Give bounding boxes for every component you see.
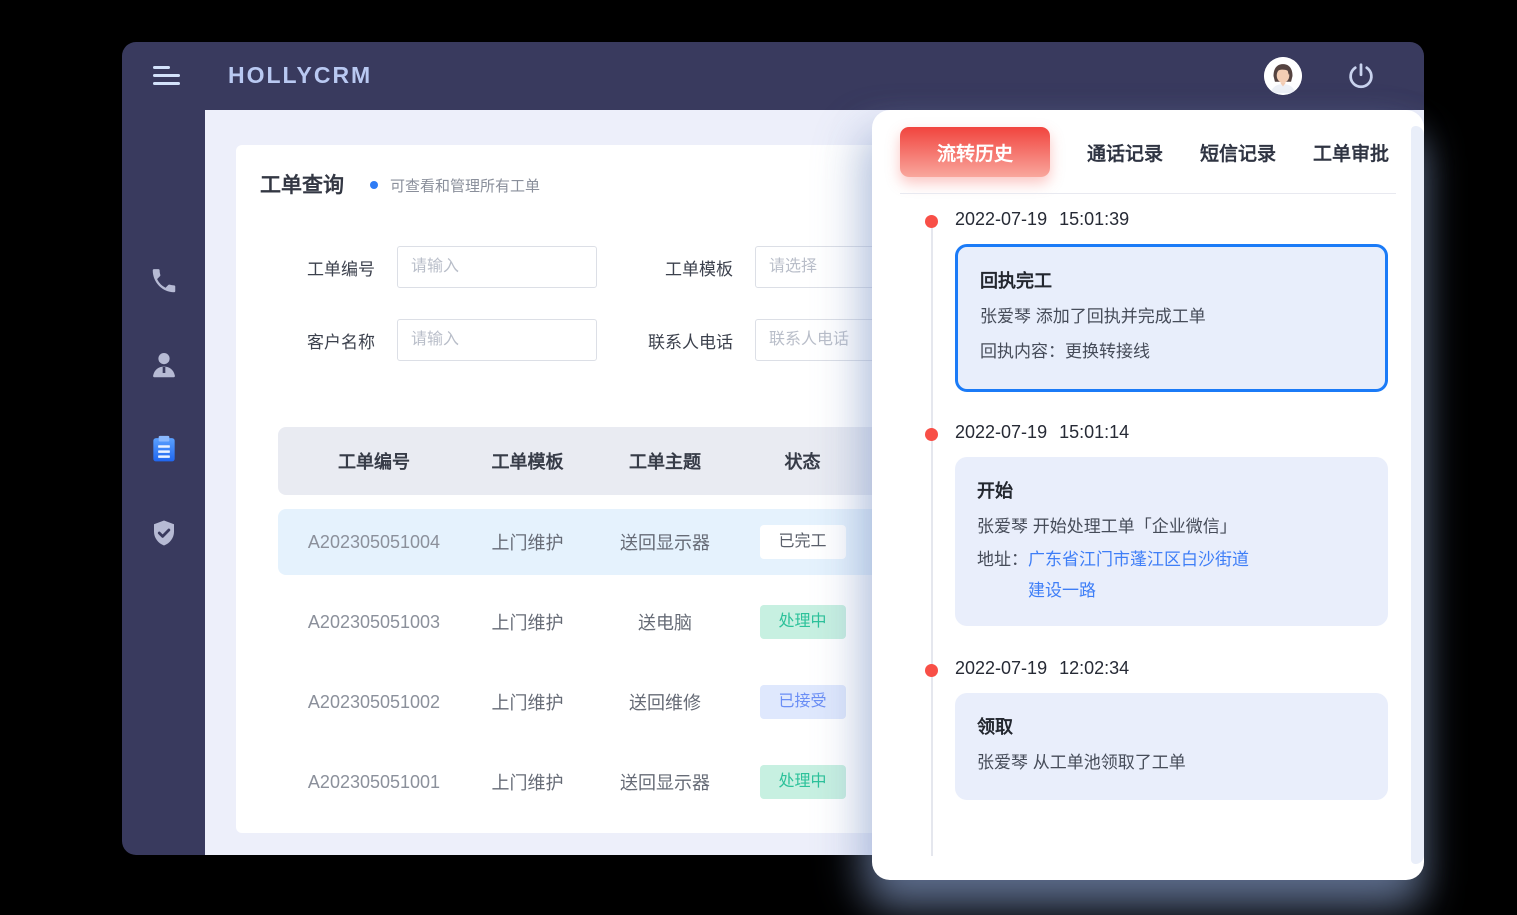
sidebar-item-contacts[interactable] <box>148 349 180 381</box>
col-header-order-id: 工单编号 <box>278 448 470 474</box>
status-badge: 已完工 <box>760 525 846 559</box>
circulation-timeline: 2022-07-19 15:01:39 回执完工 张爱琴 添加了回执并完成工单 … <box>872 206 1388 800</box>
filter-label-customer: 客户名称 <box>282 328 375 353</box>
cell-template: 上门维护 <box>470 529 585 555</box>
workorder-detail-panel: 流转历史 通话记录 短信记录 工单审批 2022-07-19 15:01:39 … <box>872 110 1424 880</box>
timeline-entry: 2022-07-19 15:01:14 开始 张爱琴 开始处理工单「企业微信」 … <box>872 419 1388 626</box>
customer-name-input[interactable] <box>397 319 597 361</box>
status-badge: 处理中 <box>760 765 846 799</box>
page-title: 工单查询 <box>260 169 344 199</box>
cell-template: 上门维护 <box>470 609 585 635</box>
address-line: 建设一路 <box>1028 575 1249 606</box>
filter-form: 工单编号 工单模板 客户名称 联系人电话 <box>282 246 955 361</box>
sidebar-nav <box>122 110 205 855</box>
cell-template: 上门维护 <box>470 769 585 795</box>
timeline-card-line: 张爱琴 从工单池领取了工单 <box>977 745 1366 780</box>
cell-order-id: A202305051004 <box>278 532 470 553</box>
timeline-card-title: 开始 <box>977 477 1366 503</box>
timeline-card-line: 回执内容：更换转接线 <box>980 334 1363 369</box>
address-row: 地址： 广东省江门市蓬江区白沙街道 建设一路 <box>977 544 1366 606</box>
timeline-card-title: 领取 <box>977 713 1366 739</box>
address-label: 地址： <box>977 544 1028 606</box>
timeline-dot-icon <box>925 215 938 228</box>
sidebar-item-workorders[interactable] <box>148 433 180 465</box>
timeline-card-selected[interactable]: 回执完工 张爱琴 添加了回执并完成工单 回执内容：更换转接线 <box>955 244 1388 392</box>
detail-tabs: 流转历史 通话记录 短信记录 工单审批 <box>900 127 1396 177</box>
timeline-entry: 2022-07-19 15:01:39 回执完工 张爱琴 添加了回执并完成工单 … <box>872 206 1388 392</box>
timeline-entry: 2022-07-19 12:02:34 领取 张爱琴 从工单池领取了工单 <box>872 655 1388 800</box>
filter-label-template: 工单模板 <box>619 255 733 280</box>
cell-order-id: A202305051003 <box>278 612 470 633</box>
cell-order-id: A202305051002 <box>278 692 470 713</box>
tab-workorder-approval[interactable]: 工单审批 <box>1313 139 1389 166</box>
top-bar: HOLLYCRM <box>122 42 1424 110</box>
timeline-dot-icon <box>925 428 938 441</box>
cell-subject: 送回显示器 <box>585 769 745 795</box>
col-header-subject: 工单主题 <box>585 448 745 474</box>
menu-toggle-icon[interactable] <box>153 66 183 88</box>
cell-subject: 送回维修 <box>585 689 745 715</box>
address-line: 广东省江门市蓬江区白沙街道 <box>1028 544 1249 575</box>
tab-sms-records[interactable]: 短信记录 <box>1200 139 1276 166</box>
filter-label-order-id: 工单编号 <box>282 255 375 280</box>
tab-call-records[interactable]: 通话记录 <box>1087 139 1163 166</box>
logout-power-icon[interactable] <box>1346 61 1376 91</box>
workorder-clipboard-icon <box>148 433 180 465</box>
filter-label-contact-phone: 联系人电话 <box>619 328 733 353</box>
shield-check-icon <box>149 518 179 548</box>
status-badge: 已接受 <box>760 685 846 719</box>
user-avatar[interactable] <box>1264 57 1302 95</box>
cell-order-id: A202305051001 <box>278 772 470 793</box>
timeline-card-line: 张爱琴 开始处理工单「企业微信」 <box>977 509 1366 544</box>
app-logo: HOLLYCRM <box>228 62 372 89</box>
timeline-card-line: 张爱琴 添加了回执并完成工单 <box>980 299 1363 334</box>
tab-circulation-history[interactable]: 流转历史 <box>900 127 1050 177</box>
cell-subject: 送电脑 <box>585 609 745 635</box>
page-subtitle: 可查看和管理所有工单 <box>390 173 540 196</box>
timeline-timestamp: 2022-07-19 15:01:14 <box>955 419 1388 443</box>
subtitle-dot <box>370 181 378 189</box>
timeline-timestamp: 2022-07-19 12:02:34 <box>955 655 1388 679</box>
panel-scroll-track[interactable] <box>1411 126 1424 864</box>
sidebar-item-security[interactable] <box>148 517 180 549</box>
avatar-image <box>1264 57 1302 95</box>
address-link[interactable]: 广东省江门市蓬江区白沙街道 建设一路 <box>1028 544 1249 606</box>
phone-icon <box>149 266 179 296</box>
timeline-timestamp: 2022-07-19 15:01:39 <box>955 206 1388 230</box>
timeline-card[interactable]: 开始 张爱琴 开始处理工单「企业微信」 地址： 广东省江门市蓬江区白沙街道 建设… <box>955 457 1388 626</box>
status-badge: 处理中 <box>760 605 846 639</box>
col-header-status: 状态 <box>745 448 860 474</box>
timeline-card-title: 回执完工 <box>980 267 1363 293</box>
timeline-dot-icon <box>925 664 938 677</box>
order-id-input[interactable] <box>397 246 597 288</box>
cell-subject: 送回显示器 <box>585 529 745 555</box>
tabs-divider <box>900 193 1396 194</box>
contacts-icon <box>148 349 180 381</box>
sidebar-item-calls[interactable] <box>148 265 180 297</box>
col-header-template: 工单模板 <box>470 448 585 474</box>
cell-template: 上门维护 <box>470 689 585 715</box>
timeline-card[interactable]: 领取 张爱琴 从工单池领取了工单 <box>955 693 1388 800</box>
